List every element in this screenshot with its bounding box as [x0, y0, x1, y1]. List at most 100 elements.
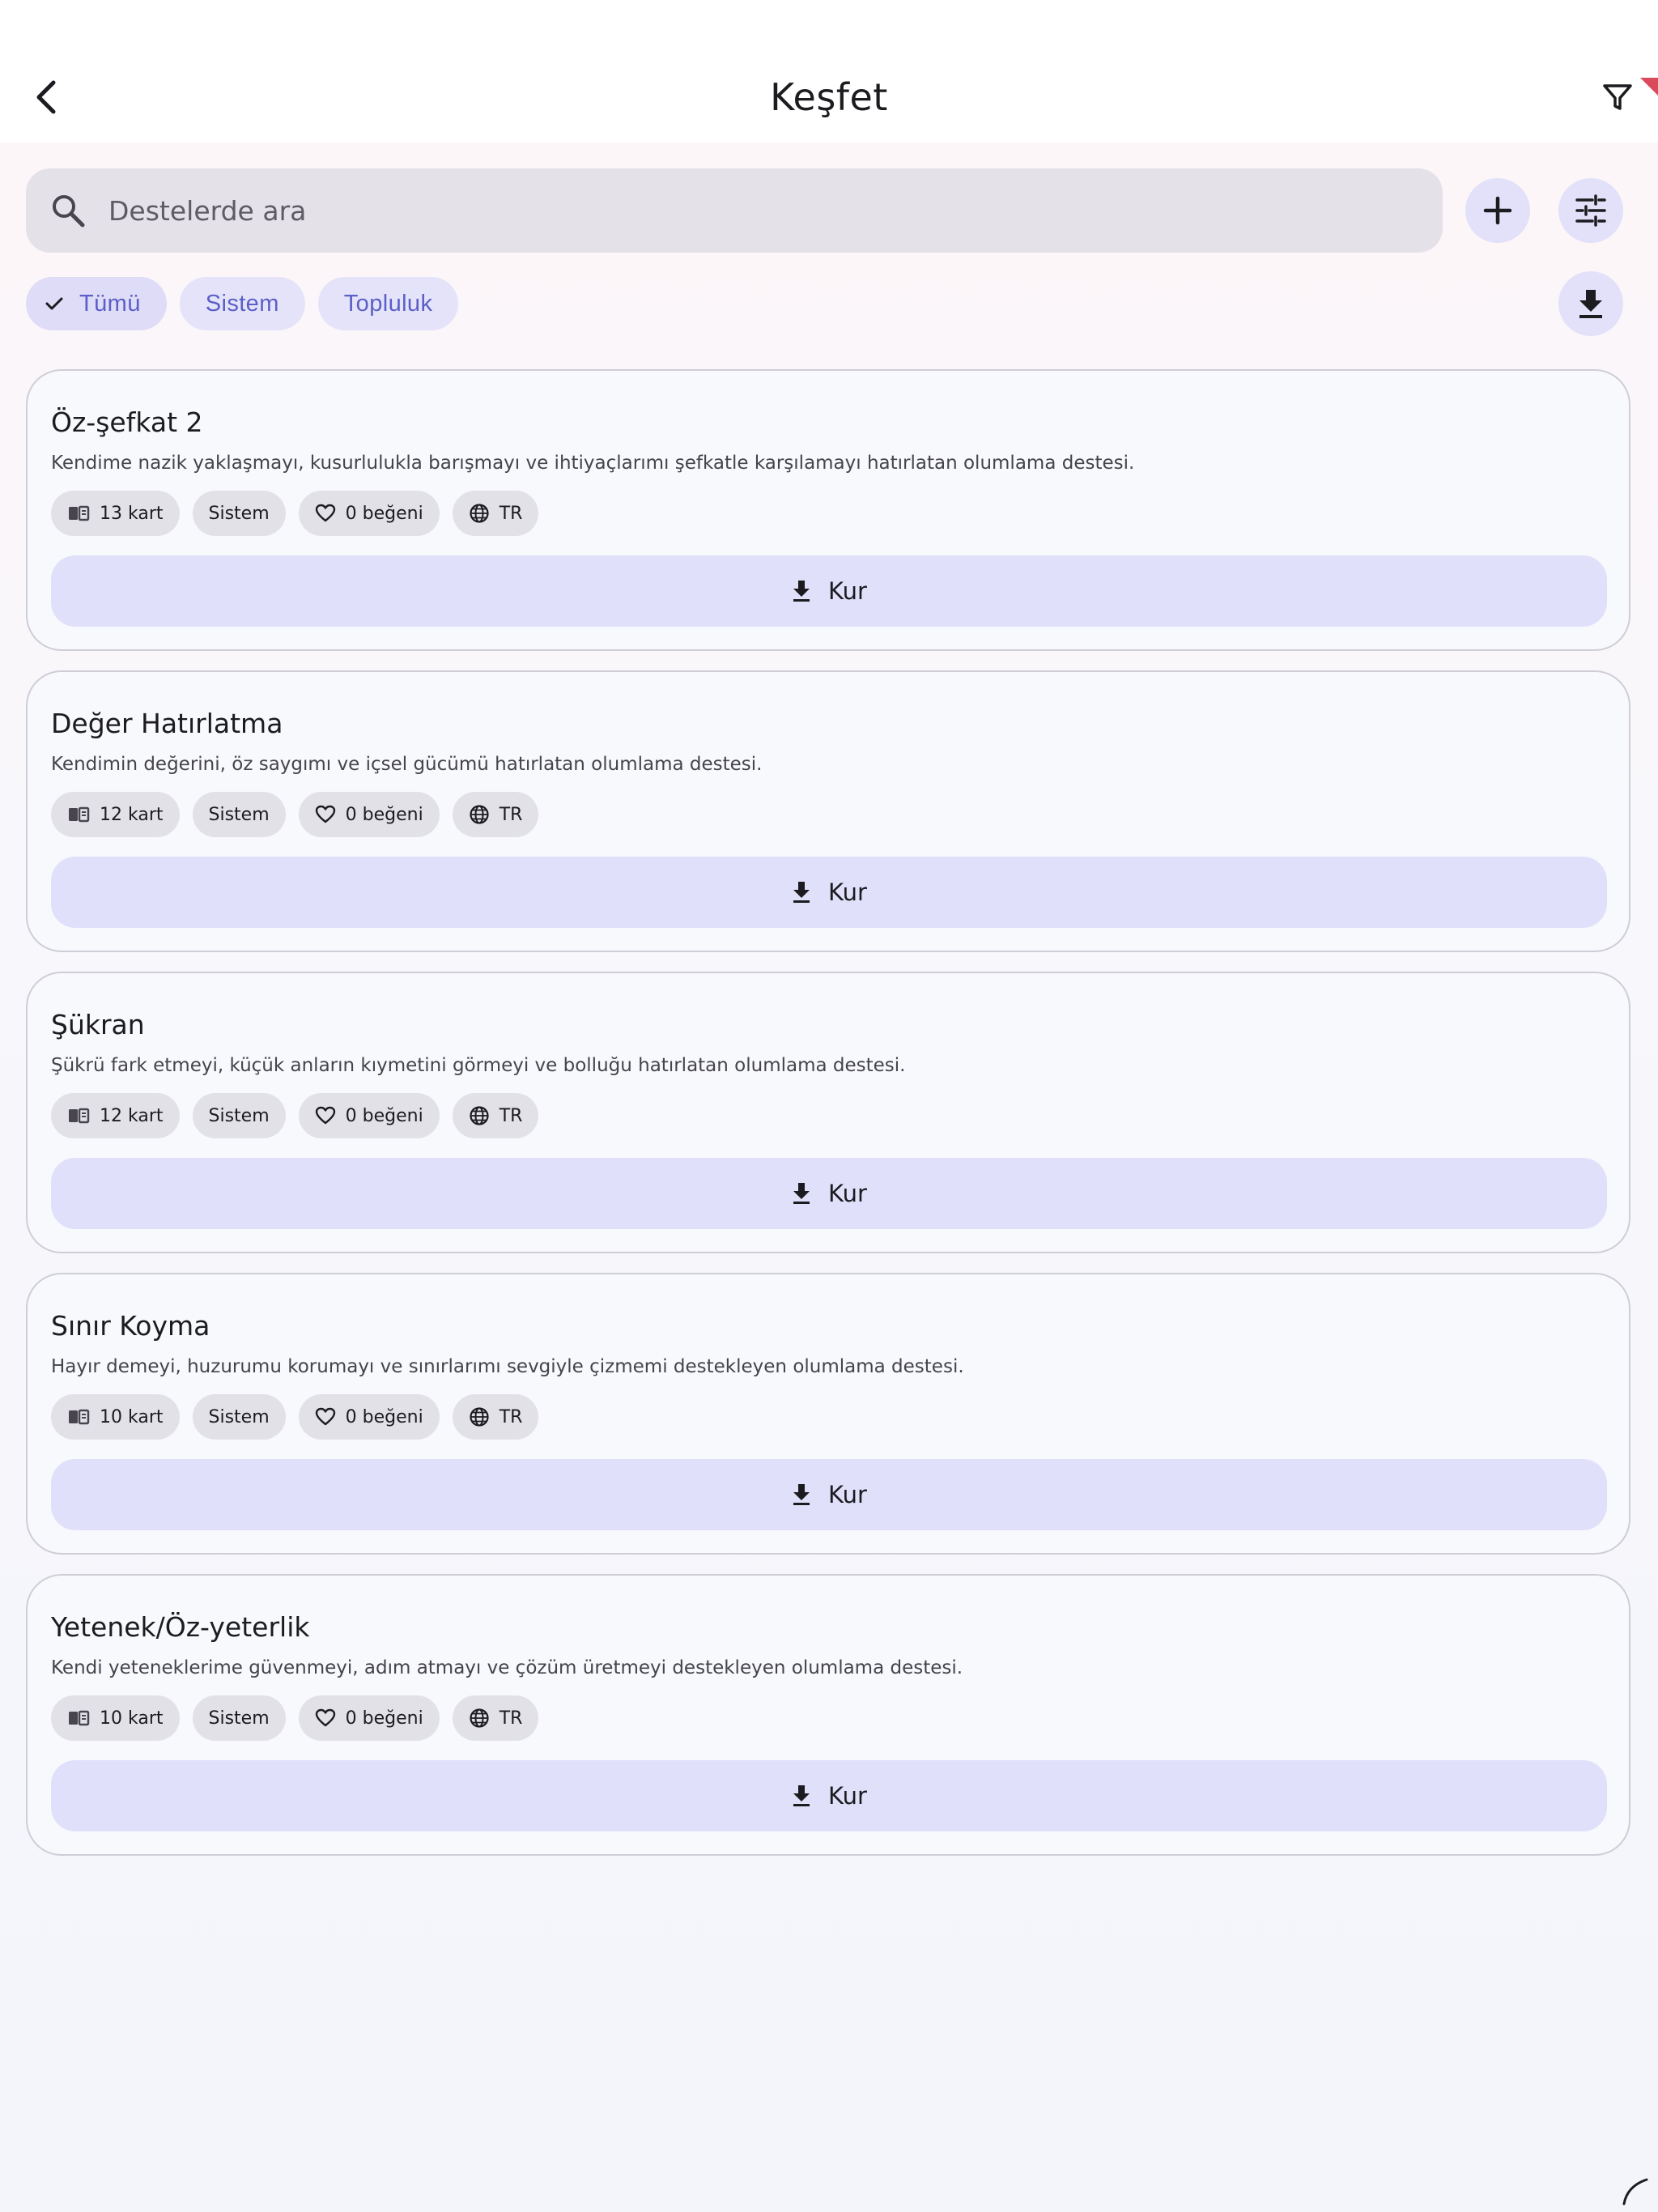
source-badge: Sistem: [192, 1093, 286, 1138]
search-input[interactable]: [108, 194, 1323, 227]
top-app-bar: Keşfet: [0, 0, 1658, 143]
deck-tags: 12 kart Sistem 0 beğeni TR: [51, 1093, 539, 1138]
deck-tags: 10 kart Sistem 0 beğeni TR: [51, 1394, 539, 1440]
tune-button[interactable]: [1558, 178, 1623, 243]
source-badge: Sistem: [192, 491, 286, 536]
chip-label: Topluluk: [343, 290, 433, 317]
likes-badge: 0 beğeni: [298, 1093, 440, 1138]
deck-card: Öz-şefkat 2 Kendime nazik yaklaşmayı, ku…: [26, 369, 1630, 651]
chip-label: Sistem: [205, 290, 279, 317]
check-icon: [44, 293, 65, 314]
card-count: 13 kart: [100, 503, 164, 524]
deck-tags: 10 kart Sistem 0 beğeni TR: [51, 1695, 539, 1741]
filter-funnel-icon: [1603, 84, 1632, 110]
download-icon: [791, 880, 812, 904]
deck-title: Öz-şefkat 2: [51, 406, 203, 438]
install-label: Kur: [828, 1180, 867, 1207]
likes-count: 0 beğeni: [345, 1708, 423, 1729]
card-count-badge: 13 kart: [51, 491, 180, 536]
deck-tags: 12 kart Sistem 0 beğeni TR: [51, 792, 539, 837]
book-icon: [67, 1107, 90, 1125]
deck-description: Kendimin değerini, öz saygımı ve içsel g…: [51, 754, 763, 775]
heart-icon: [315, 1708, 336, 1728]
deck-card: Değer Hatırlatma Kendimin değerini, öz s…: [26, 670, 1630, 952]
globe-icon: [469, 1708, 490, 1729]
chip-label: Tümü: [79, 290, 141, 317]
card-count: 12 kart: [100, 1105, 164, 1126]
import-button[interactable]: [1558, 271, 1623, 336]
language-badge: TR: [452, 1695, 539, 1741]
deck-card: Yetenek/Öz-yeterlik Kendi yeteneklerime …: [26, 1574, 1630, 1856]
likes-badge: 0 beğeni: [298, 1394, 440, 1440]
language-code: TR: [499, 1708, 523, 1729]
language-code: TR: [499, 1105, 523, 1126]
card-count: 10 kart: [100, 1708, 164, 1729]
download-icon: [791, 1181, 812, 1206]
sliders-icon: [1575, 194, 1606, 227]
deck-card: Şükran Şükrü fark etmeyi, küçük anların …: [26, 972, 1630, 1253]
download-icon: [791, 1784, 812, 1808]
language-badge: TR: [452, 792, 539, 837]
install-button[interactable]: Kur: [51, 1158, 1607, 1229]
search-icon: [49, 191, 87, 230]
deck-title: Değer Hatırlatma: [51, 708, 283, 739]
filter-button[interactable]: [1595, 74, 1640, 120]
deck-description: Kendime nazik yaklaşmayı, kusurlulukla b…: [51, 453, 1135, 474]
language-badge: TR: [452, 491, 539, 536]
language-code: TR: [499, 503, 523, 524]
install-label: Kur: [828, 1481, 867, 1508]
deck-card: Sınır Koyma Hayır demeyi, huzurumu korum…: [26, 1273, 1630, 1555]
globe-icon: [469, 503, 490, 524]
source-label: Sistem: [208, 804, 270, 825]
install-button[interactable]: Kur: [51, 1459, 1607, 1530]
likes-badge: 0 beğeni: [298, 1695, 440, 1741]
resize-handle-icon: [1622, 2178, 1648, 2206]
install-label: Kur: [828, 1782, 867, 1810]
book-icon: [67, 504, 90, 522]
heart-icon: [315, 1106, 336, 1125]
card-count-badge: 12 kart: [51, 792, 180, 837]
likes-count: 0 beğeni: [345, 804, 423, 825]
card-count: 12 kart: [100, 804, 164, 825]
heart-icon: [315, 1407, 336, 1427]
deck-title: Yetenek/Öz-yeterlik: [51, 1611, 310, 1643]
heart-icon: [315, 504, 336, 523]
language-code: TR: [499, 804, 523, 825]
language-badge: TR: [452, 1394, 539, 1440]
download-icon: [791, 579, 812, 603]
chip-all[interactable]: Tümü: [26, 277, 167, 330]
globe-icon: [469, 804, 490, 825]
install-button[interactable]: Kur: [51, 555, 1607, 627]
language-badge: TR: [452, 1093, 539, 1138]
source-badge: Sistem: [192, 792, 286, 837]
source-label: Sistem: [208, 503, 270, 524]
book-icon: [67, 1408, 90, 1426]
likes-badge: 0 beğeni: [298, 792, 440, 837]
search-bar[interactable]: [26, 168, 1443, 253]
likes-count: 0 beğeni: [345, 503, 423, 524]
deck-description: Hayır demeyi, huzurumu korumayı ve sınır…: [51, 1356, 964, 1377]
source-label: Sistem: [208, 1105, 270, 1126]
card-count-badge: 10 kart: [51, 1394, 180, 1440]
globe-icon: [469, 1105, 490, 1126]
deck-tags: 13 kart Sistem 0 beğeni TR: [51, 491, 539, 536]
card-count-badge: 12 kart: [51, 1093, 180, 1138]
download-icon: [791, 1482, 812, 1507]
deck-description: Şükrü fark etmeyi, küçük anların kıymeti…: [51, 1055, 906, 1076]
source-badge: Sistem: [192, 1394, 286, 1440]
page-title: Keşfet: [770, 75, 888, 119]
deck-title: Şükran: [51, 1009, 145, 1040]
chip-community[interactable]: Topluluk: [317, 277, 459, 330]
likes-count: 0 beğeni: [345, 1406, 423, 1427]
language-code: TR: [499, 1406, 523, 1427]
install-button[interactable]: Kur: [51, 857, 1607, 928]
download-icon: [1579, 290, 1602, 318]
chip-system[interactable]: Sistem: [179, 277, 305, 330]
book-icon: [67, 806, 90, 823]
install-label: Kur: [828, 577, 867, 605]
install-button[interactable]: Kur: [51, 1760, 1607, 1831]
plus-icon: [1483, 196, 1512, 225]
likes-badge: 0 beğeni: [298, 491, 440, 536]
add-deck-button[interactable]: [1465, 178, 1530, 243]
globe-icon: [469, 1406, 490, 1427]
